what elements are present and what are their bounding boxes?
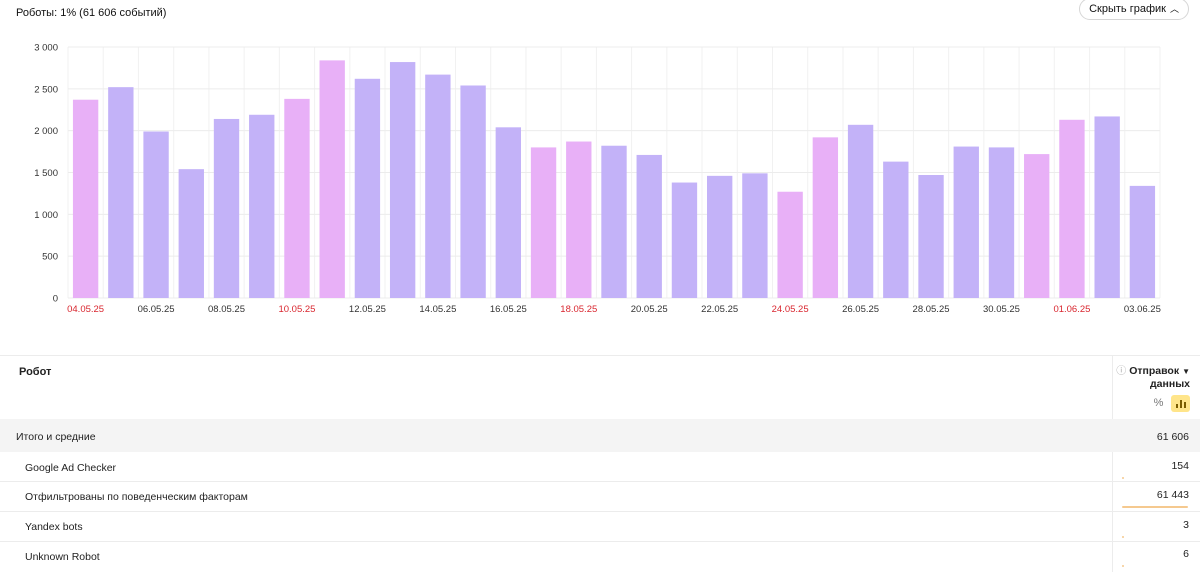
- y-tick-label: 2 500: [34, 84, 58, 95]
- y-tick-label: 1 500: [34, 168, 58, 179]
- chart-bar: [143, 131, 169, 298]
- chart-bar: [918, 175, 944, 298]
- chart-bar: [72, 99, 99, 299]
- percent-toggle-button[interactable]: %: [1150, 395, 1167, 412]
- x-tick-label: 14.05.25: [419, 304, 456, 315]
- table-row[interactable]: Google Ad Checker 154: [0, 452, 1200, 482]
- chart-bar: [108, 87, 134, 298]
- total-value: 61 606: [1156, 431, 1189, 443]
- y-tick-label: 1 000: [34, 210, 58, 221]
- chart-bar: [883, 161, 909, 298]
- x-tick-label: 24.05.25: [772, 304, 809, 315]
- table-row[interactable]: Unknown Robot 6: [0, 542, 1200, 572]
- sort-down-icon[interactable]: ▼: [1182, 367, 1190, 376]
- column-header-robot[interactable]: Робот: [19, 366, 51, 378]
- bar-chart-icon-bar: [1180, 400, 1182, 408]
- bar-chart-icon-bar: [1176, 404, 1178, 408]
- x-tick-label: 06.05.25: [138, 304, 175, 315]
- x-tick-label: 30.05.25: [983, 304, 1020, 315]
- column-header-sends-line2: данных: [1150, 378, 1190, 390]
- sends-value: 154: [1171, 460, 1189, 472]
- total-label: Итого и средние: [16, 431, 96, 443]
- chart-bar: [847, 124, 874, 298]
- x-tick-label: 16.05.25: [490, 304, 527, 315]
- chart-bar: [354, 78, 381, 298]
- chart-bar: [178, 169, 204, 298]
- bar-toggle-button[interactable]: [1171, 395, 1190, 412]
- chart-bar: [495, 127, 522, 298]
- chart-bar: [213, 118, 240, 298]
- chart-bar: [812, 137, 839, 298]
- x-tick-label: 04.05.25: [67, 304, 104, 315]
- robot-name[interactable]: Yandex bots: [25, 521, 83, 533]
- y-tick-label: 2 000: [34, 126, 58, 137]
- chart-bar: [389, 62, 416, 299]
- hide-chart-button[interactable]: Скрыть график ︿: [1079, 0, 1189, 20]
- x-tick-label: 08.05.25: [208, 304, 245, 315]
- x-tick-label: 22.05.25: [701, 304, 738, 315]
- sends-value: 3: [1183, 519, 1189, 531]
- y-tick-label: 3 000: [34, 43, 58, 54]
- robot-name[interactable]: Отфильтрованы по поведенческим факторам: [25, 491, 248, 503]
- share-bar: [1122, 506, 1188, 508]
- chart-bar: [777, 191, 803, 298]
- hide-chart-label: Скрыть график: [1089, 3, 1166, 15]
- x-tick-label: 12.05.25: [349, 304, 386, 315]
- chart-bar: [319, 60, 345, 299]
- bar-chart: 0 500 1 000 1 500 2 000 2 500 3 000 04.05.25 06.…: [34, 43, 1161, 316]
- chart-bar: [988, 147, 1015, 298]
- column-header-sends-line1: Отправок: [1129, 365, 1180, 377]
- table-row[interactable]: Отфильтрованы по поведенческим факторам …: [0, 482, 1200, 512]
- table-row[interactable]: Yandex bots 3: [0, 512, 1200, 542]
- share-bar: [1122, 477, 1124, 479]
- share-bar: [1122, 536, 1124, 538]
- robots-table: Робот ⓘ Отправок ▼ данных % Итого и средн…: [0, 356, 1200, 572]
- chart-bar: [566, 141, 592, 298]
- info-icon[interactable]: ⓘ: [1116, 366, 1126, 377]
- chart-bar: [530, 147, 557, 298]
- chart-bar: [953, 146, 979, 298]
- chart-bar: [425, 74, 451, 298]
- sends-value: 61 443: [1156, 489, 1189, 501]
- x-tick-label: 01.06.25: [1053, 304, 1090, 315]
- sends-value: 6: [1183, 548, 1189, 560]
- total-row: Итого и средние 61 606: [0, 419, 1200, 452]
- y-tick-label: 0: [53, 294, 58, 305]
- x-tick-label: 18.05.25: [560, 304, 597, 315]
- y-tick-label: 500: [42, 252, 58, 263]
- bar-chart-icon-bar: [1184, 402, 1186, 408]
- x-tick-label: 28.05.25: [913, 304, 950, 315]
- share-bar: [1122, 565, 1124, 567]
- chevron-up-icon: ︿: [1169, 3, 1179, 14]
- x-tick-label: 26.05.25: [842, 304, 879, 315]
- chart-bar: [1024, 154, 1050, 298]
- robot-name[interactable]: Google Ad Checker: [25, 462, 116, 474]
- x-tick-label: 20.05.25: [631, 304, 668, 315]
- chart-bar: [1059, 119, 1085, 298]
- chart-panel: 0 500 1 000 1 500 2 000 2 500 3 000 04.05.25 06.…: [0, 0, 1200, 355]
- chart-bar: [671, 182, 698, 298]
- chart-bar: [601, 145, 627, 298]
- chart-bar: [460, 85, 486, 298]
- chart-bar: [636, 154, 662, 298]
- chart-bar: [706, 175, 733, 298]
- chart-title: Роботы: 1% (61 606 событий): [16, 7, 167, 19]
- chart-bar: [1129, 185, 1156, 298]
- chart-bar: [1094, 116, 1120, 299]
- x-tick-label: 10.05.25: [278, 304, 315, 315]
- chart-bar: [742, 173, 768, 298]
- chart-bar: [249, 114, 275, 299]
- robot-name[interactable]: Unknown Robot: [25, 551, 100, 563]
- column-header-sends[interactable]: ⓘ Отправок ▼ данных: [1114, 365, 1190, 390]
- chart-bar: [284, 98, 310, 298]
- x-tick-label: 03.06.25: [1124, 304, 1161, 315]
